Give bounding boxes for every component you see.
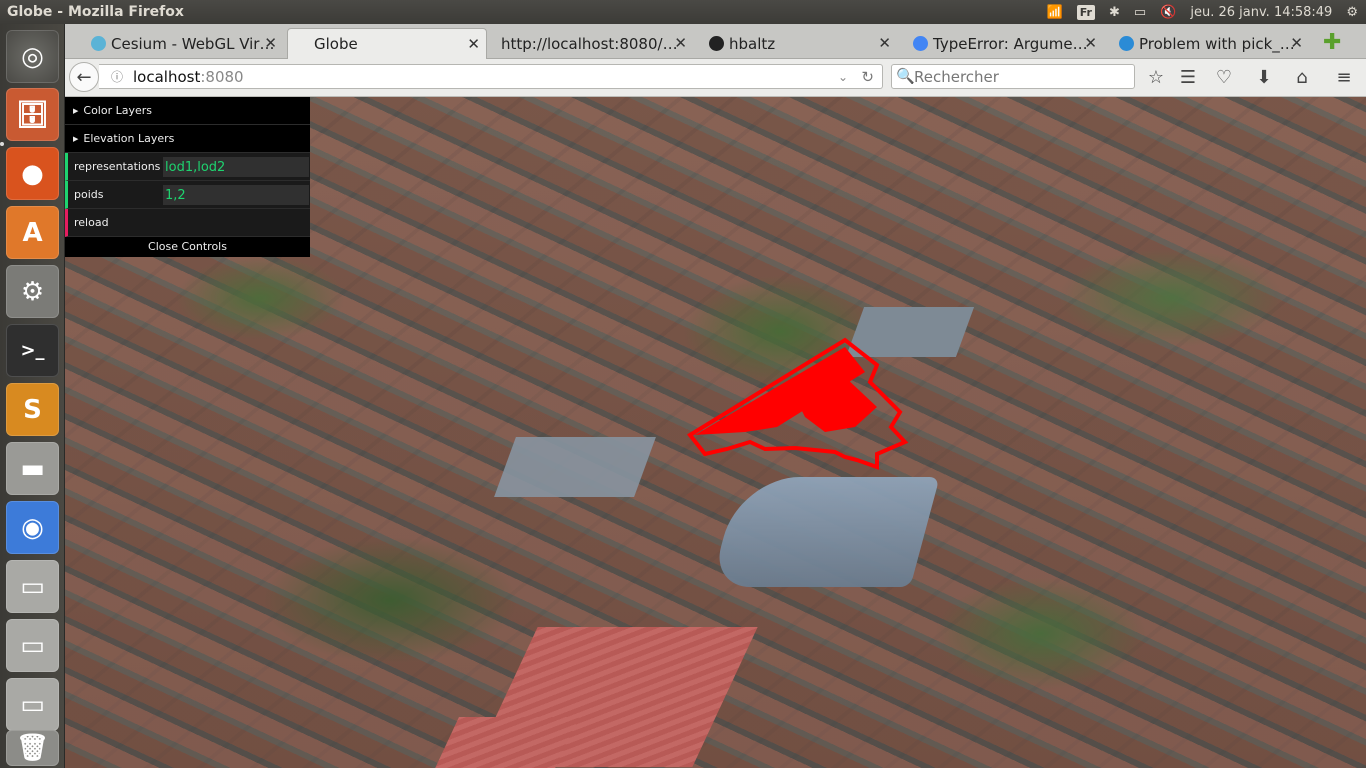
- folder-color-layers[interactable]: ▶ Color Layers: [65, 97, 310, 125]
- search-input[interactable]: 🔍 Rechercher: [891, 64, 1135, 89]
- representations-input[interactable]: [163, 157, 309, 177]
- tab-typeerror[interactable]: TypeError: Argume… ✕: [907, 28, 1103, 59]
- software-center-icon[interactable]: A: [6, 206, 59, 259]
- firefox-icon[interactable]: ●: [6, 147, 59, 200]
- bluetooth-icon[interactable]: ✱: [1109, 5, 1120, 20]
- disks-icon[interactable]: ▬: [6, 442, 59, 495]
- tab-strip: Cesium - WebGL Vir… ✕ Globe ✕ http://loc…: [65, 24, 1366, 59]
- clock[interactable]: jeu. 26 janv. 14:58:49: [1190, 5, 1332, 20]
- close-icon[interactable]: ✕: [467, 35, 480, 53]
- triangle-right-icon: ▶: [73, 106, 79, 115]
- close-controls-button[interactable]: Close Controls: [65, 237, 310, 257]
- battery-icon[interactable]: ▭: [1134, 5, 1146, 20]
- back-arrow-icon[interactable]: ←: [69, 62, 99, 92]
- window-title: Globe - Mozilla Firefox: [7, 4, 184, 20]
- chrome-icon[interactable]: ◉: [6, 501, 59, 554]
- site-favicon-icon: [1119, 36, 1134, 51]
- volume-muted-icon[interactable]: 🔇: [1160, 5, 1176, 20]
- terminal-icon[interactable]: >_: [6, 324, 59, 377]
- tab-globe[interactable]: Globe ✕: [287, 28, 487, 59]
- menu-hamburger-icon[interactable]: ≡: [1333, 67, 1355, 88]
- close-icon[interactable]: ✕: [674, 34, 687, 52]
- wifi-icon[interactable]: 📶: [1047, 5, 1063, 20]
- cesium-favicon-icon: [91, 36, 106, 51]
- close-icon[interactable]: ✕: [1290, 34, 1303, 52]
- home-icon[interactable]: ⌂: [1291, 67, 1313, 88]
- close-icon[interactable]: ✕: [1084, 34, 1097, 52]
- close-icon[interactable]: ✕: [878, 34, 891, 52]
- bookmark-star-icon[interactable]: ☆: [1145, 67, 1167, 88]
- file-manager-icon[interactable]: 🗄: [6, 88, 59, 141]
- reload-button[interactable]: reload: [65, 209, 310, 237]
- system-top-bar: Globe - Mozilla Firefox 📶 Fr ✱ ▭ 🔇 jeu. …: [0, 0, 1366, 24]
- folder-elevation-layers[interactable]: ▶ Elevation Layers: [65, 125, 310, 153]
- google-icon: [913, 36, 928, 51]
- keyboard-layout-indicator[interactable]: Fr: [1076, 4, 1095, 20]
- poids-input[interactable]: [163, 185, 309, 205]
- navigation-bar: ← ⓘ localhost:8080 ⌄ ↻ 🔍 Rechercher ☆ ☰ …: [65, 59, 1366, 97]
- sublime-text-icon[interactable]: S: [6, 383, 59, 436]
- tab-problem-pick[interactable]: Problem with pick_… ✕: [1113, 28, 1309, 59]
- trash-icon[interactable]: 🗑: [6, 730, 59, 766]
- dat-gui-panel: ▶ Color Layers ▶ Elevation Layers repres…: [65, 97, 310, 257]
- dropdown-chevron-icon[interactable]: ⌄: [838, 70, 848, 84]
- tab-localhost[interactable]: http://localhost:8080/… ✕: [489, 28, 693, 59]
- drive-icon[interactable]: ▭: [6, 678, 59, 731]
- control-representations: representations: [65, 153, 310, 181]
- info-icon[interactable]: ⓘ: [111, 68, 123, 85]
- close-icon[interactable]: ✕: [264, 34, 277, 52]
- reading-list-icon[interactable]: ☰: [1177, 67, 1199, 88]
- unity-launcher: ◎ 🗄 ● A ⚙ >_ S ▬ ◉ ▭ ▭ ▭ 🗑: [0, 24, 65, 768]
- reload-icon[interactable]: ↻: [861, 68, 874, 86]
- search-icon: 🔍: [896, 67, 915, 85]
- control-poids: poids: [65, 181, 310, 209]
- drive-icon[interactable]: ▭: [6, 560, 59, 613]
- system-settings-icon[interactable]: ⚙: [6, 265, 59, 318]
- settings-gear-icon[interactable]: ⚙: [1346, 5, 1358, 20]
- github-icon: [709, 36, 724, 51]
- new-tab-plus-icon[interactable]: ✚: [1323, 30, 1341, 55]
- triangle-right-icon: ▶: [73, 134, 79, 143]
- download-icon[interactable]: ⬇: [1253, 67, 1275, 88]
- tab-cesium[interactable]: Cesium - WebGL Vir… ✕: [85, 28, 283, 59]
- url-bar[interactable]: ⓘ localhost:8080 ⌄ ↻: [99, 64, 883, 89]
- pocket-icon[interactable]: ♡: [1213, 67, 1235, 88]
- drive-icon[interactable]: ▭: [6, 619, 59, 672]
- tab-hbaltz[interactable]: hbaltz ✕: [703, 28, 897, 59]
- ubuntu-dash-icon[interactable]: ◎: [6, 30, 59, 83]
